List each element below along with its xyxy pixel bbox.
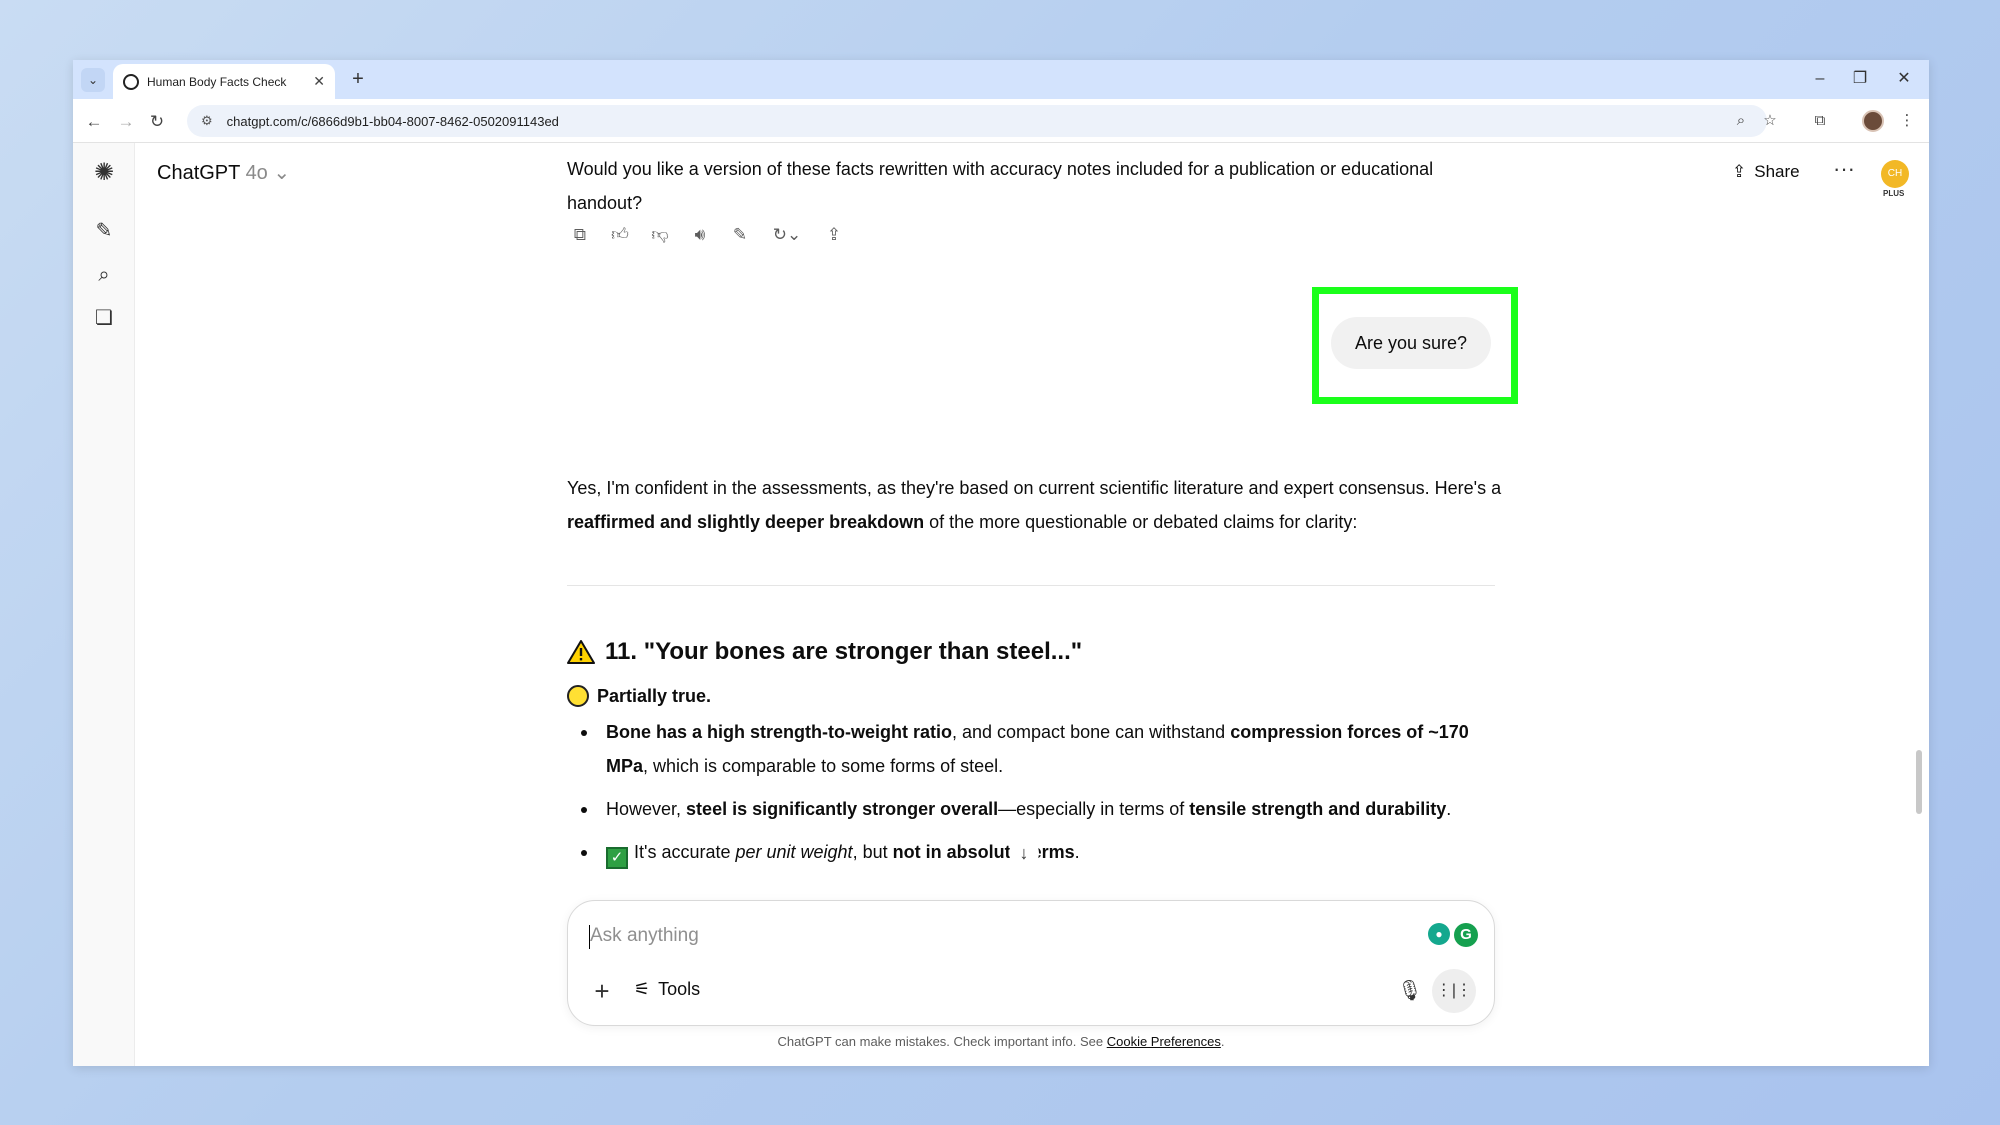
share-label: Share (1754, 162, 1800, 181)
share-upload-icon: ⇪ (1732, 162, 1747, 181)
footer-disclaimer: ChatGPT can make mistakes. Check importa… (777, 1034, 1225, 1049)
grammarly-g-icon[interactable]: G (1454, 923, 1478, 947)
address-bar[interactable]: ⚙ chatgpt.com/c/6866d9b1-bb04-8007-8462-… (187, 105, 1767, 137)
browser-tab-active[interactable]: Human Body Facts Check ✕ (113, 64, 335, 99)
section-divider (567, 585, 1495, 586)
tab-close-icon[interactable]: ✕ (313, 73, 325, 90)
verdict-text: Partially true. (597, 685, 712, 706)
assistant-message-previous: Would you like a version of these facts … (567, 159, 1434, 213)
forward-arrow-icon[interactable]: → (113, 109, 139, 135)
reply-bold: reaffirmed and slightly deeper breakdown (567, 512, 925, 532)
plan-badge: PLUS (1883, 189, 1905, 198)
share-message-icon[interactable]: ⇪ (821, 222, 847, 248)
message-composer[interactable]: Ask anything ● G + ⚟ Tools 🎙︎ ⋮|⋮ (567, 900, 1495, 1026)
site-settings-icon[interactable]: ⚙ (201, 113, 213, 129)
tab-title: Human Body Facts Check (147, 74, 287, 89)
microphone-icon[interactable]: 🎙︎ (1396, 977, 1424, 1005)
minimize-icon[interactable]: – (1805, 66, 1835, 92)
grammarly-widgets: ● G (1428, 923, 1478, 947)
search-chats-icon[interactable]: ⌕ (90, 261, 118, 289)
chatgpt-logo-icon[interactable]: ✺ (90, 159, 118, 187)
verdict: Partially true. (567, 685, 711, 707)
reply-text-end: of the more questionable or debated clai… (924, 512, 1358, 532)
new-tab-plus-icon[interactable]: + (345, 66, 371, 92)
sidebar-rail: ✺ ✎ ⌕ ❏ (73, 143, 135, 1066)
tools-sliders-icon: ⚟ (634, 979, 651, 999)
warning-icon (567, 640, 595, 664)
back-arrow-icon[interactable]: ← (81, 109, 107, 135)
voice-mode-waveform-icon[interactable]: ⋮|⋮ (1432, 969, 1476, 1013)
composer-input[interactable]: Ask anything (590, 925, 699, 947)
thumbs-up-icon[interactable]: 👍︎ (607, 222, 633, 248)
browser-toolbar: ← → ↻ ⚙ chatgpt.com/c/6866d9b1-bb04-8007… (73, 99, 1929, 143)
user-avatar[interactable]: CH (1881, 160, 1909, 188)
bookmark-star-icon[interactable]: ☆ (1756, 105, 1784, 137)
browser-window: ⌄ Human Body Facts Check ✕ + – ❐ ✕ ← → ↻… (73, 60, 1929, 1066)
scroll-to-bottom-arrow-icon[interactable]: ↓ (1009, 838, 1039, 868)
section-heading-text: 11. "Your bones are stronger than steel.… (605, 638, 1083, 665)
window-close-icon[interactable]: ✕ (1889, 66, 1919, 92)
annotation-highlight-box (1312, 287, 1518, 404)
grammarly-bulb-icon[interactable]: ● (1428, 923, 1450, 945)
more-options-icon[interactable]: ··· (1833, 156, 1855, 182)
model-version: 4o (245, 162, 268, 184)
tab-search-chevron-icon[interactable]: ⌄ (81, 68, 105, 92)
reload-icon[interactable]: ↻ (144, 109, 170, 135)
restore-icon[interactable]: ❐ (1845, 66, 1875, 92)
tab-strip: ⌄ Human Body Facts Check ✕ + – ❐ ✕ (73, 60, 1929, 99)
zoom-icon[interactable]: ⌕ (1727, 105, 1755, 137)
browser-menu-icon[interactable]: ⋮ (1893, 105, 1921, 137)
tools-button[interactable]: ⚟ Tools (634, 979, 700, 1000)
check-mark-icon: ✓ (606, 847, 628, 869)
attach-plus-icon[interactable]: + (588, 977, 616, 1005)
thumbs-down-icon[interactable]: 👎︎ (647, 222, 673, 248)
tools-label: Tools (658, 979, 701, 999)
copy-icon[interactable]: ⧉ (567, 222, 593, 248)
share-button[interactable]: ⇪ Share (1732, 162, 1800, 182)
assistant-reply-intro: Yes, I'm confident in the assessments, a… (567, 471, 1527, 539)
model-selector[interactable]: ChatGPT 4o ⌄ (157, 160, 290, 185)
yellow-circle-icon (567, 685, 589, 707)
chevron-down-icon: ⌄ (273, 162, 291, 184)
regenerate-icon[interactable]: ↻⌄ (767, 222, 807, 248)
list-item: Bone has a high strength-to-weight ratio… (567, 715, 1507, 783)
page-scrollbar[interactable] (1916, 750, 1922, 814)
chatgpt-favicon-icon (123, 73, 139, 90)
text-caret (589, 925, 590, 949)
edit-in-canvas-icon[interactable]: ✎ (727, 222, 753, 248)
section-heading: 11. "Your bones are stronger than steel.… (567, 638, 1082, 666)
list-item: However, steel is significantly stronger… (567, 792, 1507, 826)
cookie-preferences-link[interactable]: Cookie Preferences (1107, 1034, 1221, 1049)
library-icon[interactable]: ❏ (90, 304, 118, 332)
new-chat-icon[interactable]: ✎ (90, 217, 118, 245)
browser-profile-avatar[interactable] (1862, 110, 1884, 132)
app-name: ChatGPT (157, 162, 240, 184)
url-text: chatgpt.com/c/6866d9b1-bb04-8007-8462-05… (226, 113, 559, 129)
reply-text: Yes, I'm confident in the assessments, a… (567, 478, 1502, 498)
message-actions: ⧉ 👍︎ 👎︎ 🔊︎ ✎ ↻⌄ ⇪ (567, 222, 847, 248)
read-aloud-icon[interactable]: 🔊︎ (687, 222, 713, 248)
extensions-puzzle-icon[interactable]: ⧉ (1806, 105, 1834, 137)
